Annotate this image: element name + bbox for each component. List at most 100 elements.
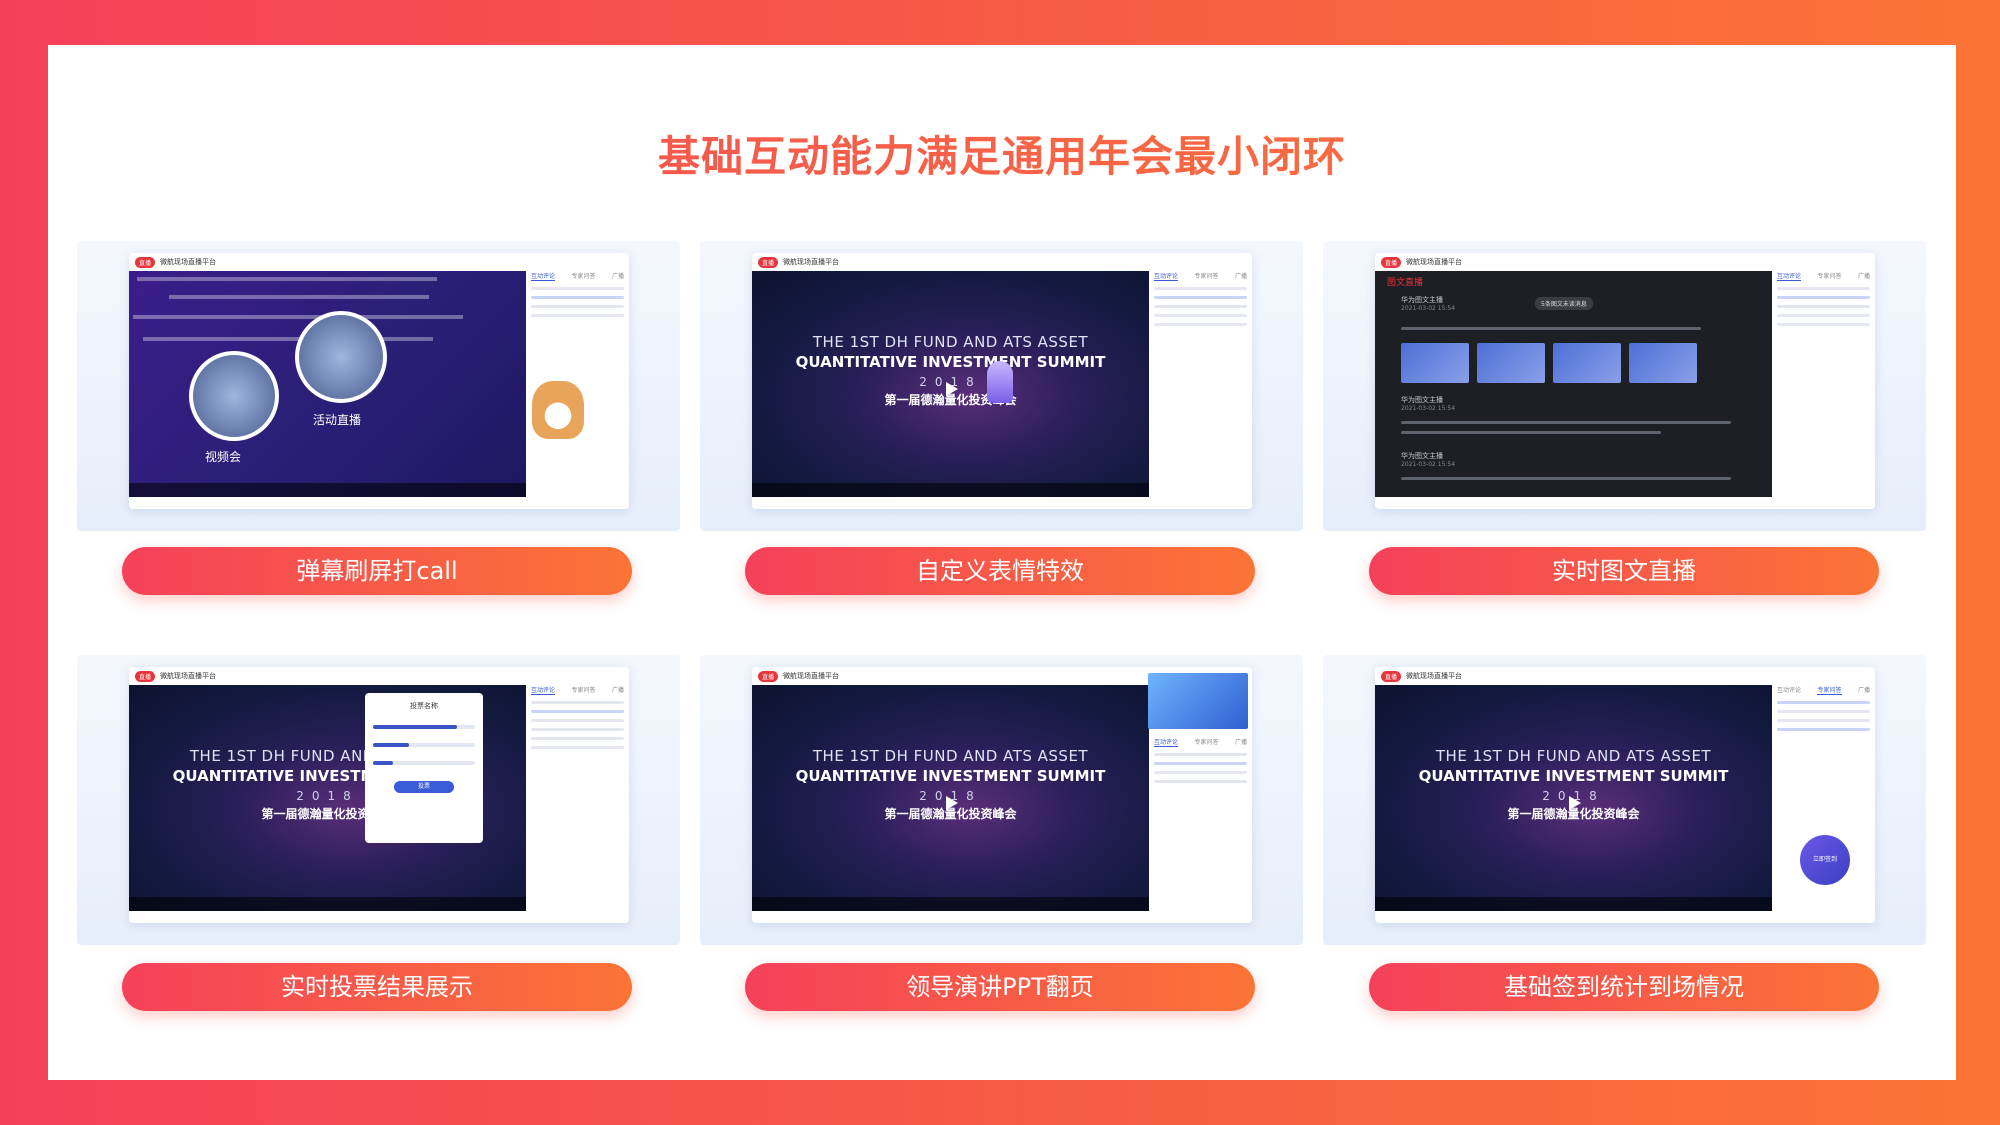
comment-line: [1777, 719, 1870, 722]
sidebar-tabs: 互动评论 专家问答 广播: [1777, 685, 1870, 695]
comment-line: [1154, 296, 1247, 299]
danmu-line: [169, 295, 429, 299]
comment-sidebar: 互动评论 专家问答 广播: [526, 667, 629, 923]
live-badge: 直播: [1381, 256, 1402, 268]
tab-qa[interactable]: 专家问答: [1194, 737, 1218, 747]
tab-qa[interactable]: 专家问答: [1817, 685, 1842, 695]
comment-sidebar: 互动评论 专家问答 广播: [1772, 253, 1875, 509]
summit-title-en-2: QUANTITATIVE INVESTMENT SUMMIT: [1418, 767, 1729, 785]
comment-line: [1777, 305, 1870, 308]
play-icon[interactable]: [945, 795, 958, 810]
tab-broadcast[interactable]: 广播: [1235, 737, 1247, 747]
checkin-button[interactable]: 立即签到: [1800, 835, 1850, 885]
video-controls[interactable]: [129, 897, 526, 911]
video-player[interactable]: THE 1ST DH FUND AND ATS ASSET QUANTITATI…: [752, 685, 1149, 911]
danmu-line: [133, 315, 463, 319]
post-images[interactable]: [1401, 343, 1697, 383]
video-conference-bubble: [189, 351, 279, 441]
comment-sidebar: 互动评论 专家问答 广播: [1149, 253, 1252, 509]
vote-option-bar[interactable]: [373, 761, 475, 765]
video-player[interactable]: 视频会 活动直播: [129, 271, 526, 497]
tab-broadcast[interactable]: 广播: [612, 685, 624, 695]
tab-broadcast[interactable]: 广播: [1858, 685, 1870, 695]
comment-line: [1777, 296, 1870, 299]
danmu-line: [137, 277, 437, 281]
post-text: [1401, 431, 1661, 434]
vote-option-bar[interactable]: [373, 743, 475, 747]
feature-tile-danmu: 直播 微航现场直播平台 视频会 活动直播 互动评论 专家问答 广播: [77, 241, 680, 531]
ppt-slide-thumbnail[interactable]: [1148, 673, 1248, 729]
video-controls[interactable]: [752, 897, 1149, 911]
summit-title-en-1: THE 1ST DH FUND AND ATS ASSET: [812, 747, 1089, 765]
video-controls[interactable]: [1375, 897, 1772, 911]
page-headline: 基础互动能力满足通用年会最小闭环: [48, 123, 1956, 184]
summit-title-en-2: QUANTITATIVE INVESTMENT SUMMIT: [795, 767, 1106, 785]
app-name: 微航现场直播平台: [783, 258, 840, 266]
app-name: 微航现场直播平台: [1406, 258, 1463, 266]
feature-button-emoji[interactable]: 自定义表情特效: [745, 547, 1255, 595]
feature-button-ppt[interactable]: 领导演讲PPT翻页: [745, 963, 1255, 1011]
app-window: 直播 微航现场直播平台 THE 1ST DH FUND AND ATS ASSE…: [129, 667, 629, 923]
comment-sidebar: 互动评论 专家问答 广播: [526, 253, 629, 509]
comment-line: [531, 710, 624, 713]
app-window: 直播 微航现场直播平台 图文直播 华为图文主播 2021-03-02 15:54…: [1375, 253, 1875, 509]
tab-broadcast[interactable]: 广播: [612, 271, 624, 281]
feature-button-danmu[interactable]: 弹幕刷屏打call: [122, 547, 632, 595]
play-icon[interactable]: [945, 381, 958, 396]
comment-line: [1777, 728, 1870, 731]
tab-comments[interactable]: 互动评论: [1154, 271, 1179, 281]
comment-line: [531, 746, 624, 749]
app-name: 微航现场直播平台: [160, 672, 217, 680]
comment-line: [1777, 710, 1870, 713]
comment-line: [1777, 701, 1870, 704]
vote-panel: 投票名称 投票: [365, 693, 483, 843]
video-controls[interactable]: [129, 483, 526, 497]
unread-tip[interactable]: 5条图文未读消息: [1535, 297, 1593, 310]
tab-broadcast[interactable]: 广播: [1235, 271, 1247, 281]
comment-line: [1154, 323, 1247, 326]
tab-qa[interactable]: 专家问答: [571, 271, 595, 281]
tab-comments[interactable]: 互动评论: [531, 685, 556, 695]
tab-comments[interactable]: 互动评论: [531, 271, 556, 281]
feature-button-imagetext[interactable]: 实时图文直播: [1369, 547, 1879, 595]
video-controls[interactable]: [752, 483, 1149, 497]
app-window: 直播 微航现场直播平台 THE 1ST DH FUND AND ATS ASSE…: [752, 667, 1252, 923]
tab-broadcast[interactable]: 广播: [1858, 271, 1870, 281]
summit-title-en-1: THE 1ST DH FUND AND ATS ASSET: [812, 333, 1089, 351]
feature-button-checkin[interactable]: 基础签到统计到场情况: [1369, 963, 1879, 1011]
comment-line: [531, 287, 624, 290]
tab-qa[interactable]: 专家问答: [1817, 271, 1841, 281]
sidebar-tabs: 互动评论 专家问答 广播: [531, 685, 624, 695]
rocket-effect-icon: [987, 361, 1013, 403]
sidebar-tabs: 互动评论 专家问答 广播: [1777, 271, 1870, 281]
post-time: 2021-03-02 15:54: [1401, 305, 1456, 312]
live-badge: 直播: [135, 256, 156, 268]
tab-qa[interactable]: 专家问答: [1194, 271, 1218, 281]
comment-line: [1154, 314, 1247, 317]
tab-qa[interactable]: 专家问答: [571, 685, 595, 695]
vote-submit-button[interactable]: 投票: [394, 781, 454, 793]
corgi-sticker-icon: [532, 381, 584, 439]
feature-tile-imagetext: 直播 微航现场直播平台 图文直播 华为图文主播 2021-03-02 15:54…: [1323, 241, 1926, 531]
app-window: 直播 微航现场直播平台 THE 1ST DH FUND AND ATS ASSE…: [1375, 667, 1875, 923]
feature-tile-vote: 直播 微航现场直播平台 THE 1ST DH FUND AND ATS ASSE…: [77, 655, 680, 945]
comment-line: [531, 737, 624, 740]
play-icon[interactable]: [1568, 795, 1581, 810]
comment-line: [531, 296, 624, 299]
video-player[interactable]: THE 1ST DH FUND AND ATS ASSET QUANTITATI…: [129, 685, 526, 911]
post-time: 2021-03-02 15:54: [1401, 461, 1456, 468]
comment-line: [531, 305, 624, 308]
video-player[interactable]: THE 1ST DH FUND AND ATS ASSET QUANTITATI…: [752, 271, 1149, 497]
tab-comments[interactable]: 互动评论: [1777, 271, 1802, 281]
app-name: 微航现场直播平台: [1406, 672, 1463, 680]
video-player[interactable]: THE 1ST DH FUND AND ATS ASSET QUANTITATI…: [1375, 685, 1772, 911]
tab-comments[interactable]: 互动评论: [1777, 685, 1801, 695]
live-badge: 直播: [758, 670, 779, 682]
comment-line: [1154, 753, 1247, 756]
sidebar-tabs: 互动评论 专家问答 广播: [1154, 271, 1247, 281]
feature-button-vote[interactable]: 实时投票结果展示: [122, 963, 632, 1011]
vote-option-bar[interactable]: [373, 725, 475, 729]
comment-line: [1154, 780, 1247, 783]
comment-line: [531, 314, 624, 317]
tab-comments[interactable]: 互动评论: [1154, 737, 1179, 747]
